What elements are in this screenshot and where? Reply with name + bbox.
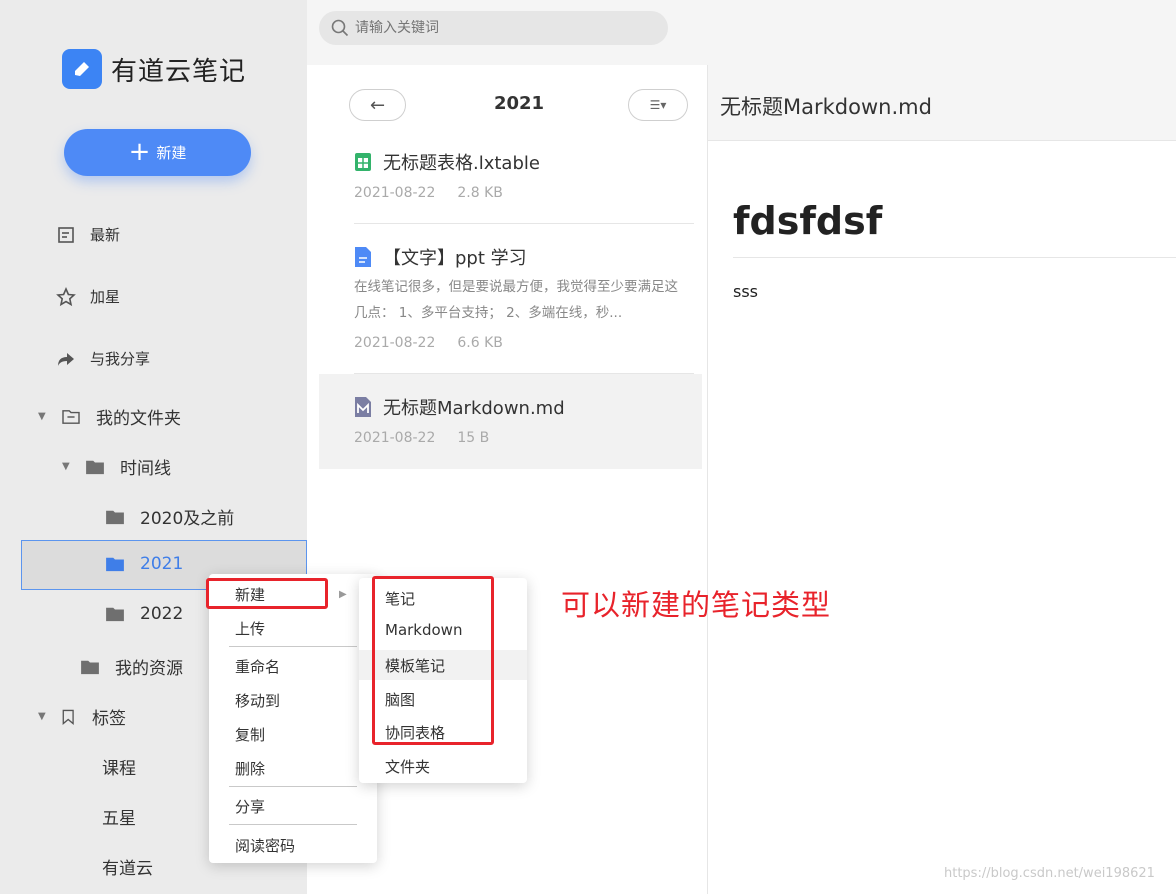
folder-icon [81, 660, 99, 674]
search-icon [331, 19, 349, 37]
menu-separator [229, 786, 357, 787]
note-excerpt: 在线笔记很多，但是要说最方便，我觉得至少要满足这几点： 1、多平台支持； 2、多… [354, 279, 678, 321]
plus-icon: + [128, 136, 151, 167]
app-logo: 有道云笔记 [62, 49, 246, 89]
star-icon [56, 286, 76, 307]
document-body[interactable]: sss [733, 282, 758, 301]
note-size: 2.8 KB [457, 185, 503, 201]
note-title-row: 无标题表格.lxtable [354, 149, 540, 175]
nav-item-recent[interactable]: 最新 [56, 224, 120, 245]
note-date: 2021-08-22 [354, 185, 436, 201]
share-icon [56, 349, 76, 369]
menu-item-share[interactable]: 分享 [235, 796, 265, 817]
search-input[interactable] [355, 20, 655, 36]
app-name: 有道云笔记 [111, 56, 247, 87]
tree-label: 2021 [140, 554, 184, 574]
nav-item-shared[interactable]: 与我分享 [56, 348, 150, 369]
menu-item-move[interactable]: 移动到 [235, 690, 280, 711]
nav-label: 与我分享 [90, 350, 151, 368]
note-title: 无标题Markdown.md [383, 398, 565, 419]
tree-folder-2020[interactable]: 2020及之前 [104, 504, 234, 529]
search-bar[interactable] [319, 11, 668, 45]
note-title: 【文字】ppt 学习 [383, 248, 527, 269]
watermark: https://blog.csdn.net/wei198621 [944, 866, 1155, 881]
note-size: 6.6 KB [457, 335, 503, 351]
note-meta: 2021-08-22 15 B [354, 430, 489, 446]
folder-icon [106, 607, 124, 622]
back-button[interactable]: ← [349, 89, 406, 121]
tree-label: 我的资源 [115, 659, 183, 679]
note-meta: 2021-08-22 2.8 KB [354, 185, 503, 201]
menu-separator [229, 824, 357, 825]
submenu-item-folder[interactable]: 文件夹 [385, 756, 430, 777]
nav-label: 最新 [90, 226, 121, 244]
caret-down-icon: ▼ [62, 461, 70, 472]
menu-item-copy[interactable]: 复制 [235, 724, 265, 745]
tree-label: 我的文件夹 [96, 409, 181, 429]
note-date: 2021-08-22 [354, 335, 436, 351]
note-meta: 2021-08-22 6.6 KB [354, 335, 503, 351]
submenu-arrow-icon: ▶ [339, 589, 347, 600]
recent-icon [56, 225, 76, 245]
folder-icon [106, 510, 124, 524]
editor-header: 无标题Markdown.md [708, 65, 1176, 141]
note-date: 2021-08-22 [354, 430, 436, 446]
divider [354, 223, 694, 224]
tree-label: 2022 [140, 604, 184, 624]
tree-label: 2020及之前 [140, 509, 235, 529]
caret-down-icon: ▼ [38, 711, 46, 722]
tag-item[interactable]: 五星 [102, 804, 136, 829]
doc-icon [355, 247, 371, 267]
table-icon [355, 153, 371, 171]
back-arrow-icon: ← [369, 94, 386, 116]
nav-item-starred[interactable]: 加星 [56, 286, 120, 307]
bookmark-icon [62, 709, 74, 725]
annotation-box-note-types [372, 576, 494, 745]
tree-folder-2021[interactable]: 2021 [104, 554, 183, 574]
nav-label: 加星 [90, 288, 121, 306]
list-sort-icon: ☰▾ [649, 98, 667, 112]
menu-item-delete[interactable]: 删除 [235, 758, 265, 779]
note-item[interactable]: 【文字】ppt 学习 在线笔记很多，但是要说最方便，我觉得至少要满足这几点： 1… [319, 225, 702, 375]
document-heading[interactable]: fdsfdsf [733, 199, 882, 243]
annotation-text: 可以新建的笔记类型 [561, 588, 832, 622]
note-size: 15 B [457, 430, 490, 446]
tree-timeline[interactable]: ▼ 时间线 [62, 454, 171, 479]
note-item-selected[interactable]: 无标题Markdown.md 2021-08-22 15 B [319, 374, 702, 469]
tree-tags[interactable]: ▼ 标签 [38, 704, 126, 729]
tree-label: 标签 [92, 709, 126, 729]
context-menu: 新建 ▶ 上传 重命名 移动到 复制 删除 分享 阅读密码 [209, 574, 377, 863]
note-title: 无标题表格.lxtable [383, 153, 540, 174]
new-button-label: 新建 [156, 144, 187, 162]
tree-folder-2022[interactable]: 2022 [104, 604, 183, 624]
note-title-row: 无标题Markdown.md [354, 394, 565, 420]
menu-item-read-password[interactable]: 阅读密码 [235, 835, 295, 856]
tag-item[interactable]: 课程 [102, 754, 136, 779]
menu-separator [229, 646, 357, 647]
folder-outline-icon [62, 409, 80, 424]
logo-icon [62, 49, 102, 89]
tag-item[interactable]: 有道云 [102, 854, 153, 879]
menu-item-rename[interactable]: 重命名 [235, 656, 280, 677]
editor-title[interactable]: 无标题Markdown.md [720, 91, 932, 121]
folder-icon [86, 460, 104, 474]
editor-panel: 无标题Markdown.md fdsfdsf sss [708, 65, 1176, 894]
menu-item-upload[interactable]: 上传 [235, 618, 265, 639]
sort-button[interactable]: ☰▾ [628, 89, 688, 121]
new-button[interactable]: + 新建 [64, 129, 251, 176]
folder-icon [106, 557, 124, 572]
note-title-row: 【文字】ppt 学习 [354, 244, 527, 270]
tree-label: 时间线 [120, 459, 171, 479]
heading-rule [733, 257, 1176, 258]
folder-title: 2021 [493, 93, 545, 114]
tree-my-resources[interactable]: 我的资源 [79, 654, 183, 679]
markdown-icon [355, 397, 371, 417]
tree-my-folders[interactable]: ▼ 我的文件夹 [38, 404, 181, 429]
note-item[interactable]: 无标题表格.lxtable 2021-08-22 2.8 KB [319, 137, 702, 225]
annotation-box-new [206, 578, 328, 609]
caret-down-icon: ▼ [38, 411, 46, 422]
